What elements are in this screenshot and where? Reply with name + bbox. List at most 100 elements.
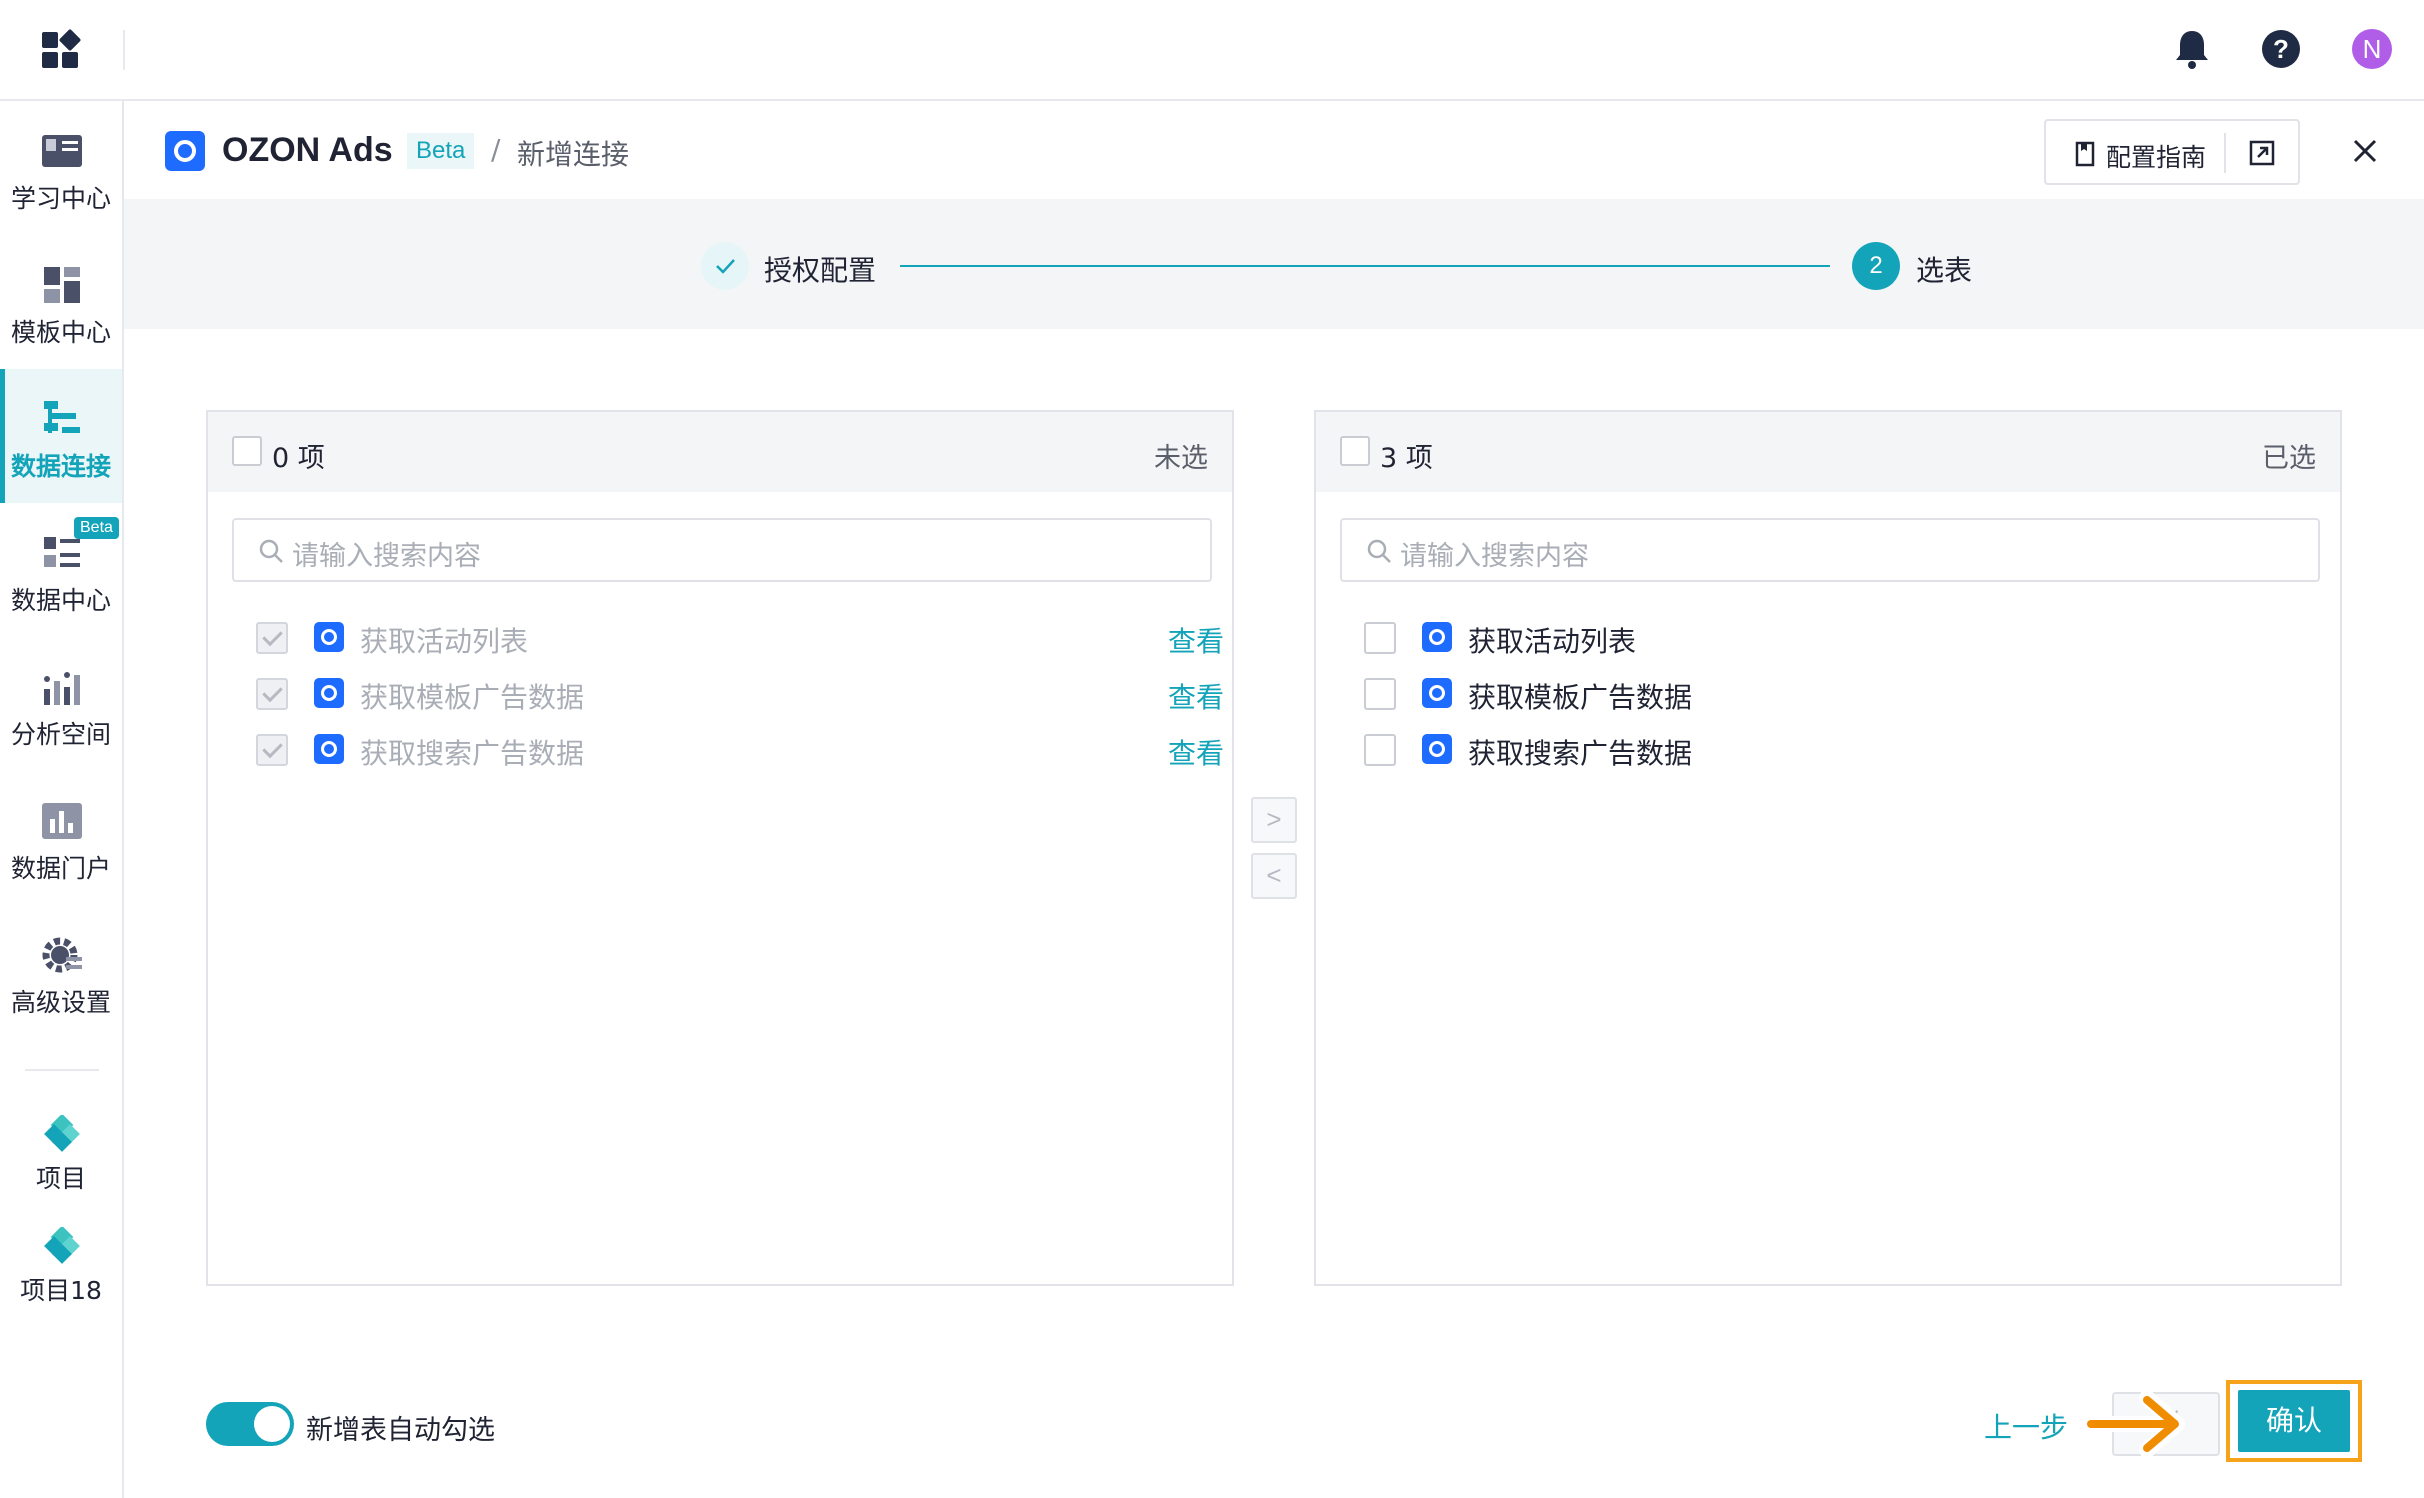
beta-badge: Beta bbox=[407, 133, 475, 169]
item-checkbox bbox=[256, 678, 288, 710]
item-count: 0 项 bbox=[272, 443, 325, 474]
select-all-checkbox[interactable] bbox=[232, 436, 262, 466]
book-icon bbox=[42, 135, 82, 167]
help-icon[interactable]: ? bbox=[2261, 29, 2301, 69]
item-count: 3 项 bbox=[1380, 443, 1433, 474]
project-diamond-icon bbox=[44, 1115, 80, 1152]
ozon-logo-icon bbox=[314, 622, 344, 652]
breadcrumb-separator: / bbox=[491, 133, 501, 166]
sidebar-item-learning-center[interactable]: 学习中心 bbox=[0, 101, 122, 235]
item-name: 获取搜索广告数据 bbox=[360, 737, 585, 770]
breadcrumb: 新增连接 bbox=[517, 138, 630, 171]
ozon-logo-icon bbox=[314, 734, 344, 764]
list-item: 获取模板广告数据 查看 bbox=[208, 666, 1232, 722]
config-guide-label: 配置指南 bbox=[2106, 143, 2207, 172]
step-auth-config: 授权配置 bbox=[764, 254, 877, 287]
search-icon bbox=[259, 539, 283, 563]
close-icon[interactable] bbox=[2347, 133, 2383, 169]
item-checkbox[interactable] bbox=[1364, 622, 1396, 654]
sidebar: 学习中心 模板中心 数据连接 Beta 数据中心 分析空间 数据门户 高级设置 … bbox=[0, 101, 124, 1498]
panel-status: 未选 bbox=[1154, 443, 1208, 474]
sidebar-project-item[interactable]: 项目18 bbox=[0, 1227, 122, 1317]
step-select-tables: 选表 bbox=[1916, 254, 1973, 287]
search-icon bbox=[1367, 539, 1391, 563]
move-left-button[interactable]: < bbox=[1251, 853, 1297, 899]
ozon-logo-icon bbox=[1422, 622, 1452, 652]
move-right-button[interactable]: > bbox=[1251, 797, 1297, 843]
sidebar-item-label: 数据中心 bbox=[10, 586, 111, 615]
panel-header: 3 项 已选 bbox=[1316, 412, 2340, 492]
item-name: 获取搜索广告数据 bbox=[1468, 737, 1693, 770]
project-label: 项目 bbox=[35, 1164, 86, 1193]
confirm-highlight: 确认 bbox=[2226, 1380, 2362, 1462]
item-name: 获取活动列表 bbox=[1468, 625, 1637, 658]
panel-header: 0 项 未选 bbox=[208, 412, 1232, 492]
panel-status: 已选 bbox=[2262, 443, 2316, 474]
sidebar-item-label: 学习中心 bbox=[10, 184, 111, 213]
sidebar-item-template-center[interactable]: 模板中心 bbox=[0, 235, 122, 369]
ozon-logo-icon bbox=[314, 678, 344, 708]
target-list-panel: 3 项 已选 请输入搜索内容 获取活动列表 获取模板广告数据 获取搜索广告数据 bbox=[1314, 410, 2342, 1286]
search-placeholder: 请输入搜索内容 bbox=[292, 541, 481, 572]
step-number-badge: 2 bbox=[1852, 242, 1900, 290]
source-list-panel: 0 项 未选 请输入搜索内容 获取活动列表 查看 获取模板广告数据 查看 获取搜… bbox=[206, 410, 1234, 1286]
step-connector bbox=[900, 265, 1830, 267]
ozon-logo-icon bbox=[1422, 734, 1452, 764]
view-link[interactable]: 查看 bbox=[1168, 676, 1224, 716]
sidebar-project-item[interactable]: 项目 bbox=[0, 1115, 122, 1205]
project-label: 项目18 bbox=[20, 1276, 102, 1305]
list-item[interactable]: 获取活动列表 bbox=[1316, 610, 2340, 666]
analysis-icon bbox=[44, 672, 80, 705]
select-all-checkbox[interactable] bbox=[1340, 436, 1370, 466]
ozon-logo-icon bbox=[1422, 678, 1452, 708]
view-link[interactable]: 查看 bbox=[1168, 620, 1224, 660]
search-input[interactable]: 请输入搜索内容 bbox=[232, 518, 1212, 582]
search-input[interactable]: 请输入搜索内容 bbox=[1340, 518, 2320, 582]
list-item: 获取搜索广告数据 查看 bbox=[208, 722, 1232, 778]
sidebar-item-analysis-space[interactable]: 分析空间 bbox=[0, 637, 122, 771]
pointer-arrow-icon bbox=[2085, 1390, 2185, 1458]
auto-select-label: 新增表自动勾选 bbox=[306, 1415, 495, 1446]
item-name: 获取模板广告数据 bbox=[1468, 681, 1693, 714]
page-header: OZON Ads Beta / 新增连接 配置指南 bbox=[124, 101, 2424, 199]
apps-grid-icon[interactable] bbox=[40, 28, 84, 72]
sidebar-item-data-connection[interactable]: 数据连接 bbox=[0, 369, 122, 503]
steps-bar: 授权配置 2 选表 bbox=[124, 199, 2424, 329]
guide-divider bbox=[2224, 133, 2226, 173]
page-title: OZON Ads bbox=[222, 131, 393, 169]
confirm-button[interactable]: 确认 bbox=[2238, 1390, 2350, 1452]
sidebar-item-label: 分析空间 bbox=[10, 720, 111, 749]
list-item: 获取活动列表 查看 bbox=[208, 610, 1232, 666]
data-center-icon bbox=[44, 537, 80, 567]
sidebar-item-data-center[interactable]: Beta 数据中心 bbox=[0, 503, 122, 637]
step-done-check-icon bbox=[701, 242, 749, 290]
list-item[interactable]: 获取搜索广告数据 bbox=[1316, 722, 2340, 778]
sidebar-item-data-portal[interactable]: 数据门户 bbox=[0, 771, 122, 905]
svg-text:?: ? bbox=[2273, 34, 2289, 64]
auto-select-toggle[interactable] bbox=[206, 1402, 294, 1446]
open-external-icon[interactable] bbox=[2249, 140, 2275, 166]
sidebar-item-label: 高级设置 bbox=[10, 988, 111, 1017]
item-checkbox[interactable] bbox=[1364, 678, 1396, 710]
sidebar-item-label: 数据连接 bbox=[10, 452, 111, 481]
item-checkbox[interactable] bbox=[1364, 734, 1396, 766]
item-name: 获取活动列表 bbox=[360, 625, 529, 658]
bell-icon[interactable] bbox=[2172, 27, 2212, 71]
gear-icon bbox=[42, 937, 82, 973]
sidebar-item-advanced-settings[interactable]: 高级设置 bbox=[0, 905, 122, 1039]
document-icon bbox=[2075, 141, 2095, 167]
search-placeholder: 请输入搜索内容 bbox=[1400, 541, 1589, 572]
template-icon bbox=[44, 267, 80, 303]
item-checkbox bbox=[256, 734, 288, 766]
project-diamond-icon bbox=[44, 1227, 80, 1264]
list-item[interactable]: 获取模板广告数据 bbox=[1316, 666, 2340, 722]
avatar[interactable]: N bbox=[2352, 29, 2392, 69]
item-checkbox bbox=[256, 622, 288, 654]
previous-step-button[interactable]: 上一步 bbox=[1984, 1406, 2068, 1446]
topbar-divider bbox=[123, 30, 125, 70]
config-guide-button[interactable]: 配置指南 bbox=[2044, 119, 2300, 185]
ozon-logo-icon bbox=[165, 131, 205, 171]
portal-chart-icon bbox=[42, 803, 82, 839]
top-bar: ? N bbox=[0, 0, 2424, 101]
view-link[interactable]: 查看 bbox=[1168, 732, 1224, 772]
